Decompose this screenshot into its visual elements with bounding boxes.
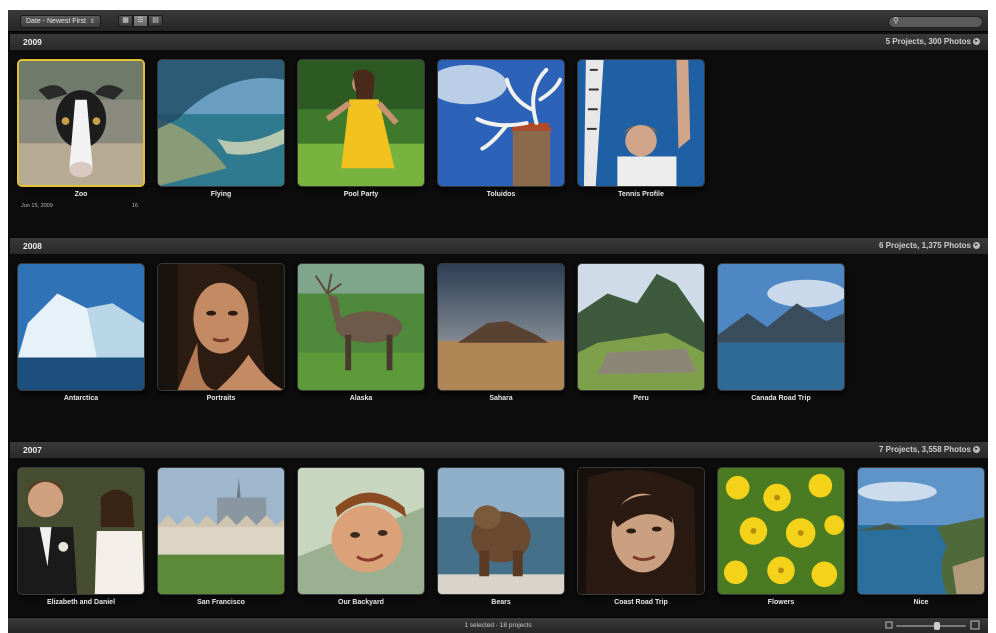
project-name: Our Backyard [338, 599, 384, 606]
machu-picchu-photo [578, 264, 704, 390]
project-tile-flying[interactable] [157, 59, 285, 187]
project-name: Flowers [767, 599, 795, 606]
year-count: 6 Projects, 1,375 Photos [878, 241, 971, 250]
project-tile-flowers[interactable] [717, 467, 845, 595]
browser-view-icon[interactable]: ▤ [148, 15, 163, 27]
project-tile-tennis-profile[interactable] [577, 59, 705, 187]
project-name: Nice [913, 599, 929, 606]
girl-running-photo [298, 60, 424, 186]
arrow-right-icon[interactable]: ▸ [973, 38, 980, 45]
woman-portrait-photo [158, 264, 284, 390]
project-name: Coast Road Trip [614, 599, 668, 606]
project-tile-san-francisco[interactable] [157, 467, 285, 595]
project-name: Toluidos [486, 191, 516, 198]
chevron-updown-icon: ⇕ [89, 19, 95, 25]
search-input[interactable]: ⚲ [888, 16, 983, 28]
project-name: Canada Road Trip [751, 395, 811, 402]
year-header-2008[interactable]: 2008 6 Projects, 1,375 Photos ▸ [10, 238, 988, 254]
grizzly-bear-photo [438, 468, 564, 594]
status-bar: 1 selected - 18 projects [8, 617, 988, 633]
grid-view-icon[interactable]: ▦ [118, 15, 133, 27]
project-name: Elizabeth and Daniel [46, 599, 116, 606]
photo-projects-window: Date - Newest First ⇕ ▦ ☰ ▤ ⚲ 2009 5 Pro… [8, 10, 988, 633]
year-label: 2007 [23, 445, 42, 455]
year-label: 2008 [23, 241, 42, 251]
search-icon: ⚲ [893, 16, 899, 25]
project-name: Tennis Profile [618, 191, 664, 198]
project-tile-antarctica[interactable] [17, 263, 145, 391]
year-label: 2009 [23, 37, 42, 47]
top-toolbar: Date - Newest First ⇕ ▦ ☰ ▤ ⚲ [8, 10, 988, 32]
project-name: Peru [633, 395, 649, 402]
project-photo-count: 16 [132, 203, 139, 209]
antlers-sky-photo [438, 60, 564, 186]
project-date: Jun 15, 2009 [21, 203, 53, 209]
aerial-coast-photo [158, 60, 284, 186]
project-tile-pool-party[interactable] [297, 59, 425, 187]
desert-mesa-photo [438, 264, 564, 390]
project-tile-bears[interactable] [437, 467, 565, 595]
project-name: Flying [210, 191, 232, 198]
arrow-right-icon[interactable]: ▸ [973, 446, 980, 453]
project-tile-coast-road-trip[interactable] [577, 467, 705, 595]
goat-photo [19, 61, 143, 185]
list-view-icon[interactable]: ☰ [133, 15, 148, 27]
zoom-out-icon[interactable] [885, 621, 893, 629]
iceberg-photo [18, 264, 144, 390]
project-name: Portraits [206, 395, 236, 402]
wedding-couple-photo [18, 468, 144, 594]
project-tile-elizabeth-and-daniel[interactable] [17, 467, 145, 595]
project-name: Zoo [74, 191, 88, 198]
coastal-bay-photo [858, 468, 984, 594]
project-tile-canada-road-trip[interactable] [717, 263, 845, 391]
sort-dropdown[interactable]: Date - Newest First ⇕ [20, 15, 101, 28]
yellow-flowers-photo [718, 468, 844, 594]
project-name: Pool Party [343, 191, 379, 198]
zoom-slider[interactable] [896, 625, 966, 627]
year-header-2009[interactable]: 2009 5 Projects, 300 Photos ▸ [10, 34, 988, 50]
zoom-in-icon[interactable] [970, 620, 980, 630]
year-count: 5 Projects, 300 Photos [885, 37, 971, 46]
project-name: San Francisco [197, 599, 245, 606]
painted-ladies-photo [158, 468, 284, 594]
tennis-player-photo [578, 60, 704, 186]
project-tile-zoo[interactable] [17, 59, 145, 187]
project-tile-our-backyard[interactable] [297, 467, 425, 595]
boy-portrait-photo [298, 468, 424, 594]
project-tile-nice[interactable] [857, 467, 985, 595]
arrow-right-icon[interactable]: ▸ [973, 242, 980, 249]
status-text: 1 selected - 18 projects [464, 622, 532, 629]
project-name: Bears [491, 599, 511, 606]
elk-photo [298, 264, 424, 390]
project-name: Alaska [349, 395, 373, 402]
project-tile-portraits[interactable] [157, 263, 285, 391]
zoom-slider-handle[interactable] [934, 622, 940, 630]
year-count: 7 Projects, 3,558 Photos [878, 445, 971, 454]
sort-label: Date - Newest First [26, 18, 86, 25]
lake-mountains-photo [718, 264, 844, 390]
project-name: Sahara [489, 395, 513, 402]
year-header-2007[interactable]: 2007 7 Projects, 3,558 Photos ▸ [10, 442, 988, 458]
project-tile-sahara[interactable] [437, 263, 565, 391]
project-tile-alaska[interactable] [297, 263, 425, 391]
project-name: Antarctica [63, 395, 99, 402]
woman-closeup-photo [578, 468, 704, 594]
project-tile-toluidos[interactable] [437, 59, 565, 187]
project-tile-peru[interactable] [577, 263, 705, 391]
